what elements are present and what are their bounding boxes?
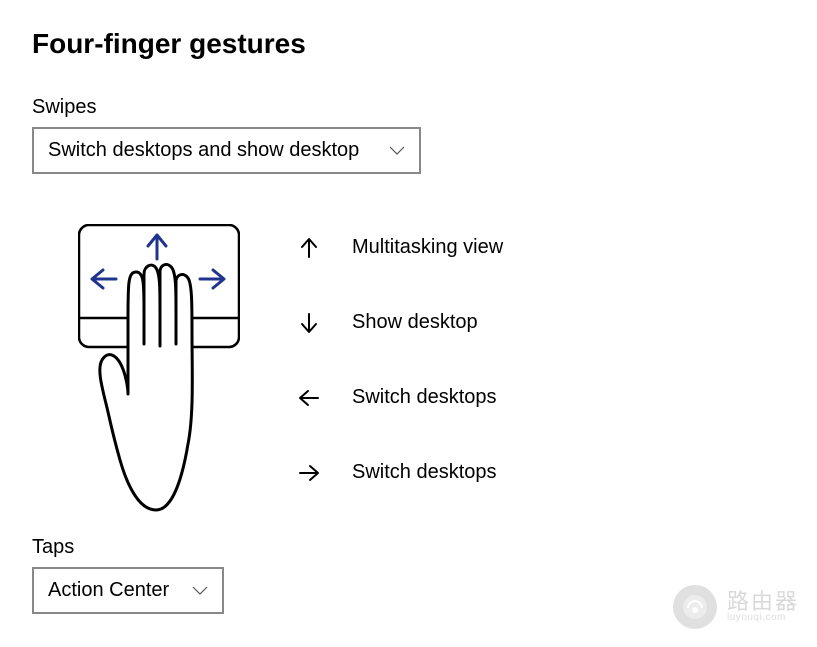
chevron-down-icon: [192, 579, 208, 602]
gesture-label: Show desktop: [352, 311, 478, 334]
watermark-subtext: luyouqi.com: [727, 613, 799, 624]
gesture-item-up: Multitasking view: [298, 236, 503, 259]
arrow-up-icon: [298, 237, 320, 259]
watermark-text: 路由器: [727, 590, 799, 613]
arrow-down-icon: [298, 312, 320, 334]
chevron-down-icon: [389, 139, 405, 162]
watermark-logo-icon: [673, 585, 717, 629]
arrow-left-icon: [298, 388, 320, 408]
gesture-item-right: Switch desktops: [298, 461, 503, 484]
gesture-label: Multitasking view: [352, 236, 503, 259]
swipes-dropdown[interactable]: Switch desktops and show desktop: [32, 127, 421, 174]
taps-dropdown-value: Action Center: [48, 579, 169, 602]
gesture-label: Switch desktops: [352, 386, 497, 409]
arrow-right-icon: [298, 463, 320, 483]
gesture-item-left: Switch desktops: [298, 386, 503, 409]
swipes-dropdown-value: Switch desktops and show desktop: [48, 139, 359, 162]
gesture-list: Multitasking view Show desktop: [298, 224, 503, 484]
taps-dropdown[interactable]: Action Center: [32, 567, 224, 614]
taps-label: Taps: [32, 536, 785, 559]
gesture-label: Switch desktops: [352, 461, 497, 484]
page-title: Four-finger gestures: [32, 28, 785, 60]
swipes-label: Swipes: [32, 96, 785, 119]
touchpad-gesture-illustration: [78, 224, 240, 524]
gesture-item-down: Show desktop: [298, 311, 503, 334]
watermark: 路由器 luyouqi.com: [673, 585, 799, 629]
